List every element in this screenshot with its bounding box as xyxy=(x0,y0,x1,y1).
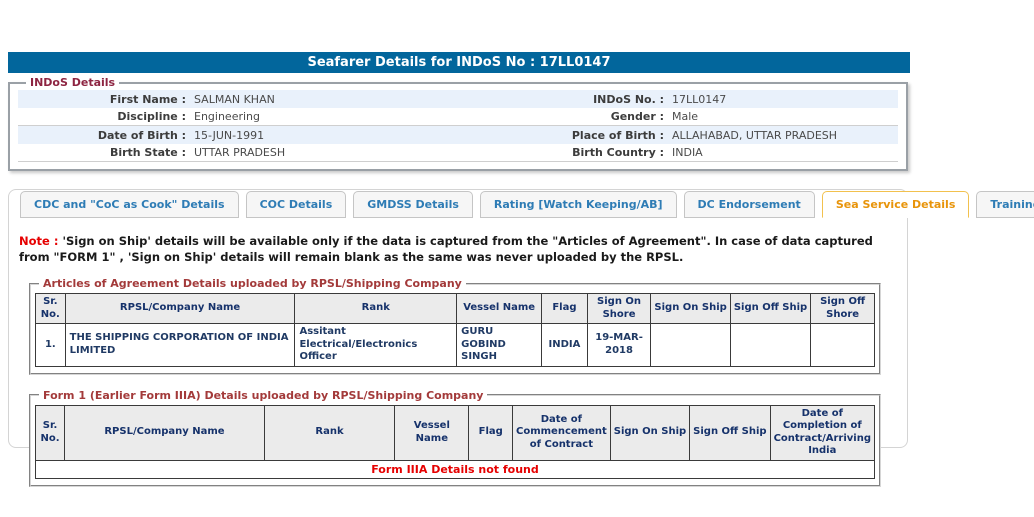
cell-sign-on-shore: 19-MAR-2018 xyxy=(586,323,652,367)
birth-state-value: UTTAR PRADESH xyxy=(194,146,286,159)
col-rank: Rank xyxy=(263,404,396,461)
col-rpsl-company-name: RPSL/Company Name xyxy=(64,293,296,325)
form1-empty-row: Form IIIA Details not found xyxy=(35,459,875,480)
col-flag: Flag xyxy=(468,404,513,461)
place-of-birth-value: ALLAHABAD, UTTAR PRADESH xyxy=(672,128,838,142)
col-sign-on-ship: Sign On Ship xyxy=(609,404,691,461)
place-of-birth-label: Place of Birth : xyxy=(571,128,664,142)
discipline-label: Discipline : xyxy=(117,110,186,123)
form1-legend: Form 1 (Earlier Form IIIA) Details uploa… xyxy=(43,388,484,402)
note-prefix: Note : xyxy=(19,234,59,248)
form1-fieldset: Form 1 (Earlier Form IIIA) Details uploa… xyxy=(29,388,881,488)
discipline-value: Engineering xyxy=(194,110,260,123)
indos-details-legend: INDoS Details xyxy=(30,76,116,89)
indos-row-state-country: Birth State : UTTAR PRADESH Birth Countr… xyxy=(18,144,898,162)
col-date-of-commencement: Date of Commencement of Contract xyxy=(512,404,611,461)
articles-of-agreement-fieldset: Articles of Agreement Details uploaded b… xyxy=(29,277,881,375)
cell-flag: INDIA xyxy=(541,323,588,367)
indos-no-value: 17LL0147 xyxy=(672,92,727,106)
tab-coc-details[interactable]: COC Details xyxy=(245,191,347,218)
indos-row-name-no: First Name : SALMAN KHAN INDoS No. : 17L… xyxy=(18,90,898,108)
first-name-label: First Name : xyxy=(109,92,186,106)
col-sign-on-ship: Sign On Ship xyxy=(650,293,731,325)
col-vessel-name: Vessel Name xyxy=(394,404,470,461)
note-text: 'Sign on Ship' details will be available… xyxy=(19,234,873,264)
tab-gmdss-details[interactable]: GMDSS Details xyxy=(353,191,473,218)
date-of-birth-label: Date of Birth : xyxy=(97,128,186,142)
col-flag: Flag xyxy=(541,293,588,325)
indos-no-label: INDoS No. : xyxy=(593,92,664,106)
page-title: Seafarer Details for INDoS No : 17LL0147 xyxy=(8,52,910,73)
birth-state-label: Birth State : xyxy=(109,146,186,159)
articles-header-row: Sr. No. RPSL/Company Name Rank Vessel Na… xyxy=(35,293,875,325)
col-vessel-name: Vessel Name xyxy=(456,293,543,325)
tab-sea-service-details[interactable]: Sea Service Details xyxy=(821,191,970,218)
tab-content-panel: CDC and "CoC as Cook" Details COC Detail… xyxy=(8,189,1034,488)
gender-value: Male xyxy=(672,110,699,123)
birth-country-label: Birth Country : xyxy=(572,146,664,159)
sign-on-ship-note: Note : 'Sign on Ship' details will be av… xyxy=(19,234,895,265)
first-name-value: SALMAN KHAN xyxy=(194,92,275,106)
col-sr-no: Sr. No. xyxy=(35,293,66,325)
tab-bar: CDC and "CoC as Cook" Details COC Detail… xyxy=(9,190,1034,218)
birth-country-value: INDIA xyxy=(672,146,703,159)
col-sr-no: Sr. No. xyxy=(34,404,66,461)
gender-label: Gender : xyxy=(610,110,664,123)
form1-table: Sr. No. RPSL/Company Name Rank Vessel Na… xyxy=(34,404,876,480)
cell-rank: Assitant Electrical/Electronics Officer xyxy=(294,323,458,367)
col-sign-off-ship: Sign Off Ship xyxy=(689,404,771,461)
cell-sr-no: 1. xyxy=(35,323,66,367)
articles-of-agreement-legend: Articles of Agreement Details uploaded b… xyxy=(43,277,462,291)
tab-training-details[interactable]: Training Details xyxy=(976,191,1034,218)
form1-empty-message: Form IIIA Details not found xyxy=(35,459,875,480)
tab-cdc-coc-as-cook-details[interactable]: CDC and "CoC as Cook" Details xyxy=(20,191,239,218)
col-sign-off-ship: Sign Off Ship xyxy=(729,293,812,325)
cell-sign-off-ship xyxy=(729,323,812,367)
col-rank: Rank xyxy=(294,293,458,325)
cell-sign-on-ship xyxy=(650,323,731,367)
col-rpsl-company-name: RPSL/Company Name xyxy=(64,404,265,461)
col-date-of-completion: Date of Completion of Contract/Arriving … xyxy=(769,404,876,461)
table-row: 1. THE SHIPPING CORPORATION OF INDIA LIM… xyxy=(35,323,875,367)
tab-dc-endorsement[interactable]: DC Endorsement xyxy=(683,191,815,218)
cell-company-name: THE SHIPPING CORPORATION OF INDIA LIMITE… xyxy=(64,323,296,367)
indos-row-discipline-gender: Discipline : Engineering Gender : Male xyxy=(18,108,898,126)
form1-header-row: Sr. No. RPSL/Company Name Rank Vessel Na… xyxy=(34,404,876,461)
col-sign-on-shore: Sign On Shore xyxy=(586,293,652,325)
date-of-birth-value: 15-JUN-1991 xyxy=(194,128,265,142)
col-sign-off-shore: Sign Off Shore xyxy=(810,293,875,325)
tab-rating-watch-keeping-ab[interactable]: Rating [Watch Keeping/AB] xyxy=(479,191,677,218)
indos-row-birth: Date of Birth : 15-JUN-1991 Place of Bir… xyxy=(18,126,898,144)
seafarer-details-page: Seafarer Details for INDoS No : 17LL0147… xyxy=(0,0,1034,517)
cell-vessel-name: GURU GOBIND SINGH xyxy=(456,323,543,367)
indos-details-fieldset: INDoS Details First Name : SALMAN KHAN I… xyxy=(8,76,908,171)
articles-of-agreement-table: Sr. No. RPSL/Company Name Rank Vessel Na… xyxy=(35,293,875,367)
cell-sign-off-shore xyxy=(810,323,875,367)
